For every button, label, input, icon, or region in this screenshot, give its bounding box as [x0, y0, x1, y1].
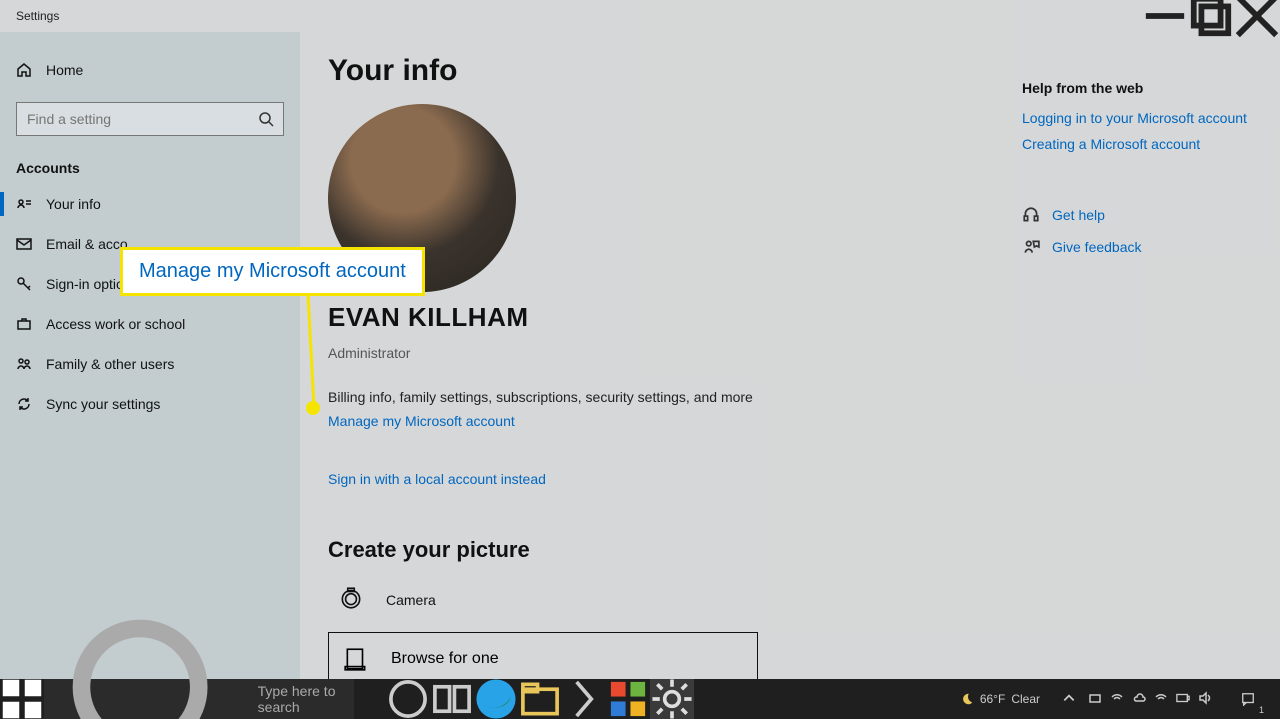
tray-network-icon[interactable] [1154, 691, 1168, 708]
minimize-button[interactable] [1142, 0, 1188, 32]
notification-center[interactable]: 1 [1226, 679, 1270, 719]
titlebar: Settings [0, 0, 1280, 32]
search-setting[interactable] [16, 102, 284, 136]
person-card-icon [16, 196, 32, 212]
get-help-link[interactable]: Get help [1022, 206, 1252, 224]
tray-wifi-icon[interactable] [1110, 691, 1124, 708]
sidebar-item-label: Access work or school [46, 316, 185, 332]
office-button[interactable] [606, 679, 650, 719]
create-picture-heading: Create your picture [328, 537, 1252, 563]
callout-dot [306, 401, 320, 415]
sidebar-item-family[interactable]: Family & other users [0, 344, 300, 384]
help-panel: Help from the web Logging in to your Mic… [1022, 80, 1252, 256]
callout-text: Manage my Microsoft account [139, 260, 406, 282]
maximize-button[interactable] [1188, 0, 1234, 32]
browse-label: Browse for one [391, 650, 499, 668]
section-heading: Accounts [0, 146, 300, 184]
sidebar-item-sync[interactable]: Sync your settings [0, 384, 300, 424]
sidebar-item-work[interactable]: Access work or school [0, 304, 300, 344]
briefcase-icon [16, 316, 32, 332]
key-icon [16, 276, 32, 292]
weather-cond: Clear [1011, 692, 1040, 706]
give-feedback-link[interactable]: Give feedback [1022, 238, 1252, 256]
tray-cloud-icon[interactable] [1132, 691, 1146, 708]
help-link-login[interactable]: Logging in to your Microsoft account [1022, 110, 1252, 126]
edge-button[interactable] [474, 679, 518, 719]
mail-icon [16, 236, 32, 252]
taskbar-search[interactable]: Type here to search [44, 679, 354, 719]
home-label: Home [46, 62, 83, 78]
sync-icon [16, 396, 32, 412]
tray-volume-icon[interactable] [1198, 691, 1212, 708]
get-help-label: Get help [1052, 207, 1105, 223]
taskbar: Type here to search ? 66°F Clear [0, 679, 1280, 719]
sidebar-home[interactable]: Home [0, 52, 300, 88]
search-icon [58, 605, 246, 719]
sidebar-item-label: Sync your settings [46, 396, 160, 412]
people-icon [16, 356, 32, 372]
signin-local-link[interactable]: Sign in with a local account instead [328, 471, 546, 487]
window-controls [1142, 0, 1280, 32]
sidebar-item-label: Email & acco [46, 236, 128, 252]
app-button-1[interactable] [562, 679, 606, 719]
settings-button[interactable] [650, 679, 694, 719]
give-feedback-label: Give feedback [1052, 239, 1142, 255]
close-button[interactable] [1234, 0, 1280, 32]
home-icon [16, 62, 32, 78]
sidebar-item-your-info[interactable]: Your info [0, 184, 300, 224]
tray-icon-1[interactable] [1088, 691, 1102, 708]
browse-option[interactable]: Browse for one [328, 632, 758, 679]
system-tray: 66°F Clear 1 [960, 679, 1280, 719]
sidebar: Home Accounts Your info Email & acco Sig… [0, 32, 300, 679]
user-role: Administrator [328, 345, 1252, 361]
tray-expand[interactable] [1062, 691, 1076, 708]
callout-tooltip: Manage my Microsoft account [120, 247, 425, 296]
camera-icon [338, 585, 364, 614]
settings-window: Settings Home Accounts Your info Email &… [0, 0, 1280, 719]
camera-option[interactable]: Camera [328, 573, 1252, 626]
browse-icon [343, 646, 369, 672]
manage-account-link[interactable]: Manage my Microsoft account [328, 413, 515, 429]
billing-description: Billing info, family settings, subscript… [328, 389, 1252, 405]
sidebar-item-label: Your info [46, 196, 101, 212]
taskbar-search-placeholder: Type here to search [258, 683, 340, 715]
notification-badge: 1 [1259, 705, 1264, 715]
start-button[interactable] [0, 679, 44, 719]
window-title: Settings [16, 9, 59, 23]
headset-icon [1022, 206, 1040, 224]
feedback-icon [1022, 238, 1040, 256]
windows-icon [0, 677, 44, 719]
explorer-button[interactable] [518, 679, 562, 719]
cortana-button[interactable] [430, 679, 474, 719]
task-view-button[interactable] [386, 679, 430, 719]
search-input[interactable] [16, 102, 284, 136]
help-heading: Help from the web [1022, 80, 1252, 96]
help-link-create[interactable]: Creating a Microsoft account [1022, 136, 1252, 152]
tray-battery-icon[interactable] [1176, 691, 1190, 708]
search-icon [258, 111, 274, 127]
user-name: EVAN KILLHAM [328, 302, 1252, 333]
sidebar-item-label: Family & other users [46, 356, 174, 372]
weather-temp: 66°F [980, 692, 1005, 706]
camera-label: Camera [386, 592, 436, 608]
taskbar-pinned [386, 679, 694, 719]
moon-icon [960, 692, 974, 706]
weather-widget[interactable]: 66°F Clear [960, 692, 1040, 706]
